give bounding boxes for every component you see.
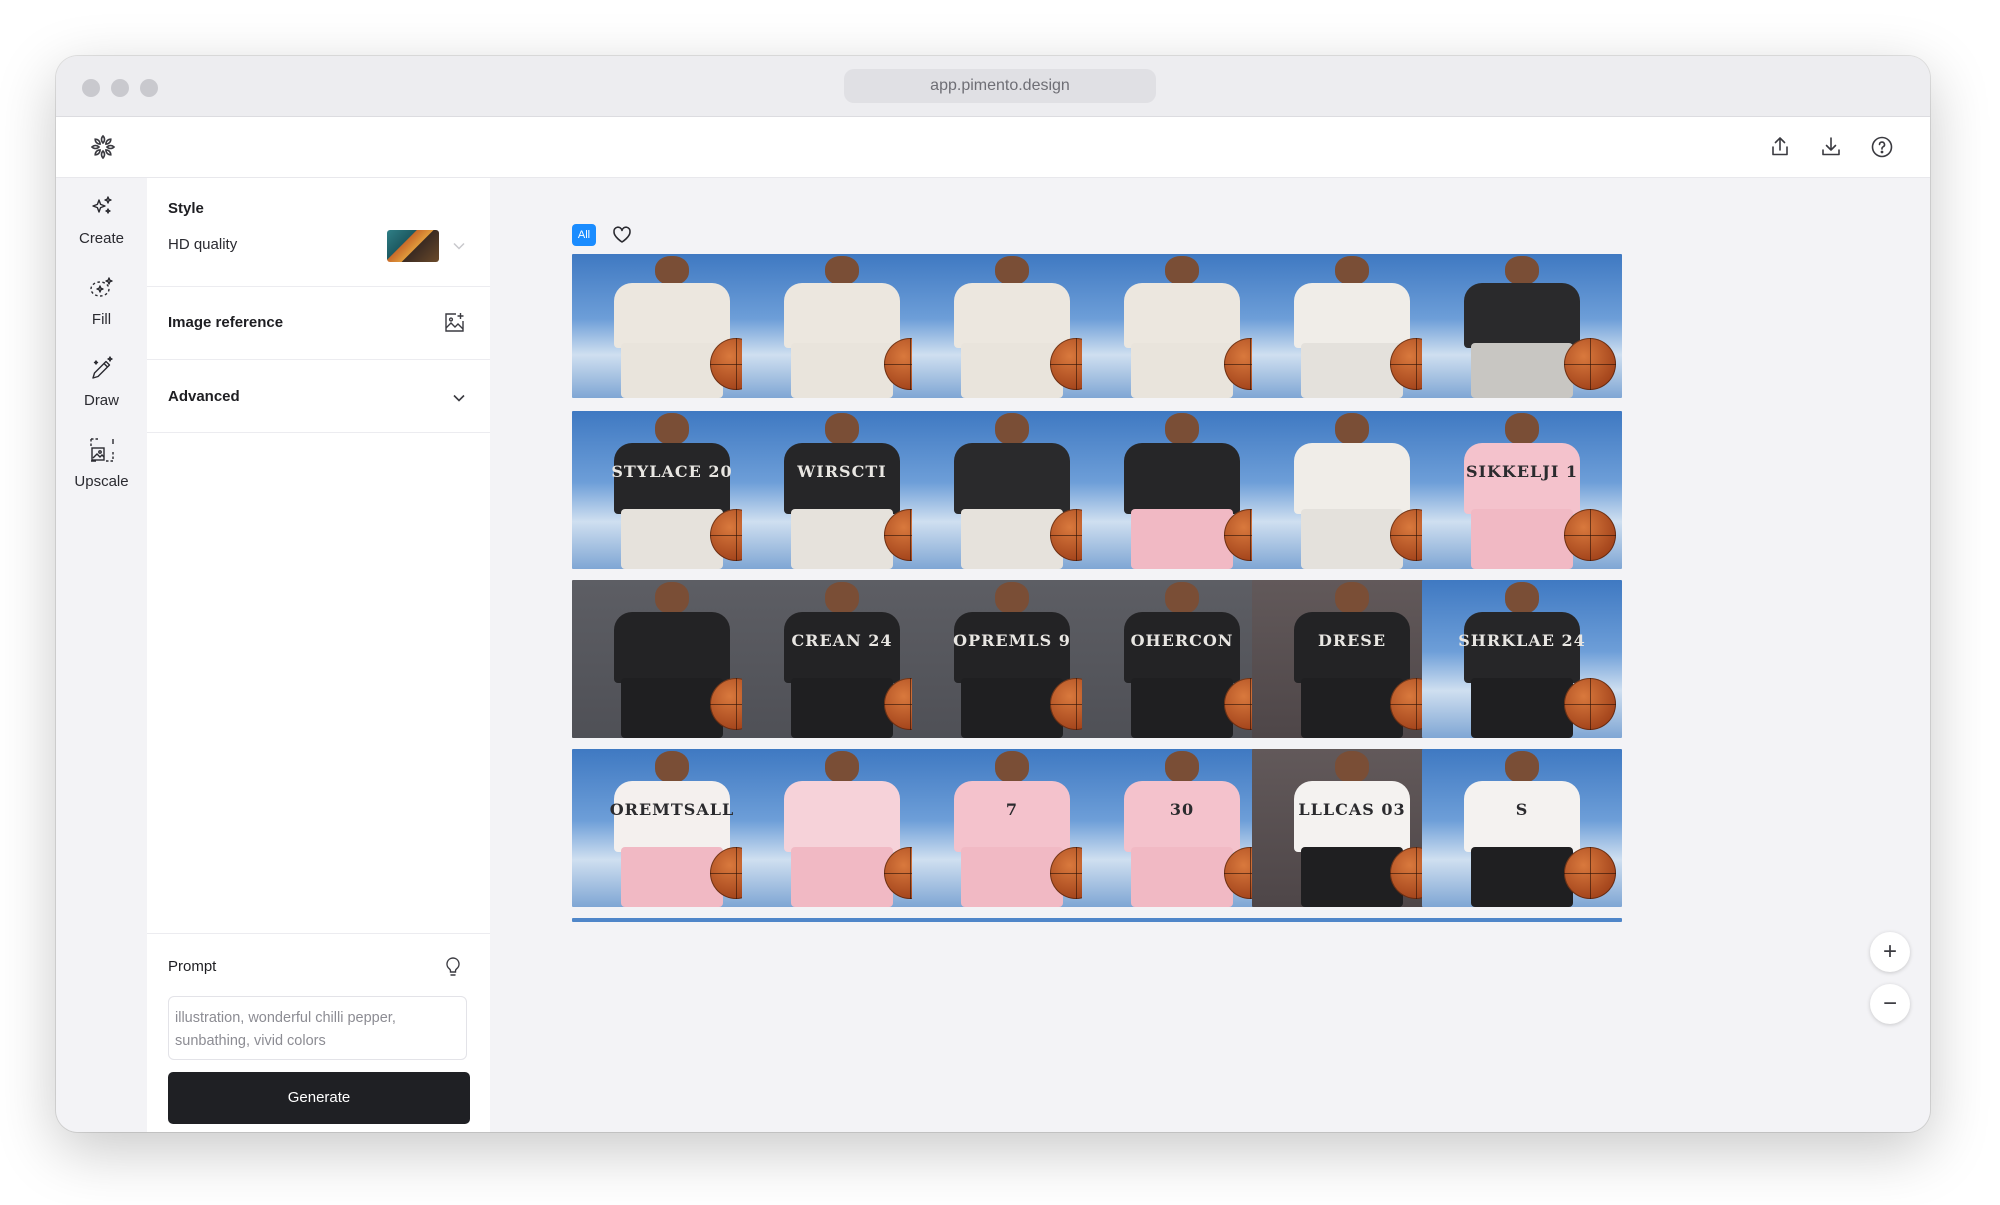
rail-item-draw[interactable]: Draw [56,348,147,428]
player-figure [1464,580,1580,738]
url-bar[interactable]: app.pimento.design [844,69,1156,103]
player-figure [1124,580,1240,738]
basketball [1564,509,1616,561]
basketball [1564,678,1616,730]
player-figure [784,580,900,738]
player-figure [784,411,900,569]
rail-label-create: Create [78,230,125,247]
advanced-row[interactable]: Advanced [147,360,490,432]
player-figure [1124,749,1240,907]
app-topbar [56,117,1930,178]
chevron-down-icon [453,394,465,402]
share-icon[interactable] [1762,129,1798,165]
style-section-title: Style [168,200,204,217]
app-window: app.pimento.design Create Fill Draw Upsc… [56,56,1930,1132]
jersey-lettering: SHRKLAE 24 [1458,630,1586,650]
lightbulb-icon[interactable] [443,956,463,978]
image-gallery: All STYLACE 20 WIRSCTI SIKKELJI 1 CREAN 24 O… [490,178,1930,1132]
minimize-window-button[interactable] [111,79,129,97]
gallery-thumbnail[interactable]: SIKKELJI 1 [1422,411,1622,569]
player-figure [784,254,900,398]
gallery-thumbnail[interactable]: S [1422,749,1622,907]
rail-item-upscale[interactable]: Upscale [56,429,147,509]
player-figure [1124,254,1240,398]
style-selector[interactable]: HD quality [147,222,490,270]
prompt-input[interactable]: illustration, wonderful chilli pepper, s… [168,996,467,1060]
style-thumbnail [387,230,439,262]
favorites-heart-icon[interactable] [612,226,632,244]
rail-item-fill[interactable]: Fill [56,267,147,347]
gallery-thumbnail[interactable] [1422,254,1622,398]
basketball [1564,338,1616,390]
jersey-lettering: S [1515,799,1529,819]
divider [147,432,490,433]
quality-label: HD quality [168,236,238,253]
rail-label-fill: Fill [91,311,112,328]
sparkles-icon [92,196,112,214]
upscale-icon [90,438,114,462]
gallery-thumbnail[interactable]: SHRKLAE 24 [1422,580,1622,738]
player-figure [1124,411,1240,569]
close-window-button[interactable] [82,79,100,97]
image-reference-row[interactable]: Image reference [147,287,490,359]
maximize-window-button[interactable] [140,79,158,97]
advanced-label: Advanced [168,388,240,405]
fill-icon [90,277,113,297]
player-figure [1464,411,1580,569]
image-reference-label: Image reference [168,314,284,331]
generate-button[interactable]: Generate [168,1072,470,1124]
logo-icon[interactable] [85,129,121,165]
settings-panel: Style HD quality Image reference Advance… [147,178,490,1132]
player-figure [1464,254,1580,398]
rail-label-upscale: Upscale [74,473,129,490]
zoom-in-button[interactable]: + [1870,932,1910,972]
magic-pen-icon [92,356,113,379]
chevron-down-icon [453,242,465,250]
rail-item-create[interactable]: Create [56,186,147,266]
filter-all-button[interactable]: All [572,224,596,246]
prompt-title: Prompt [168,958,217,975]
tool-rail: Create Fill Draw Upscale [56,178,147,1132]
basketball [1564,847,1616,899]
zoom-out-button[interactable]: − [1870,984,1910,1024]
help-icon[interactable] [1864,129,1900,165]
player-figure [1464,749,1580,907]
browser-titlebar: app.pimento.design [56,56,1930,117]
download-icon[interactable] [1813,129,1849,165]
gallery-thumbnail[interactable] [1422,918,1622,922]
jersey-lettering: SIKKELJI 1 [1465,461,1579,481]
rail-label-draw: Draw [83,392,119,409]
add-image-icon[interactable] [442,311,466,335]
player-figure [784,749,900,907]
